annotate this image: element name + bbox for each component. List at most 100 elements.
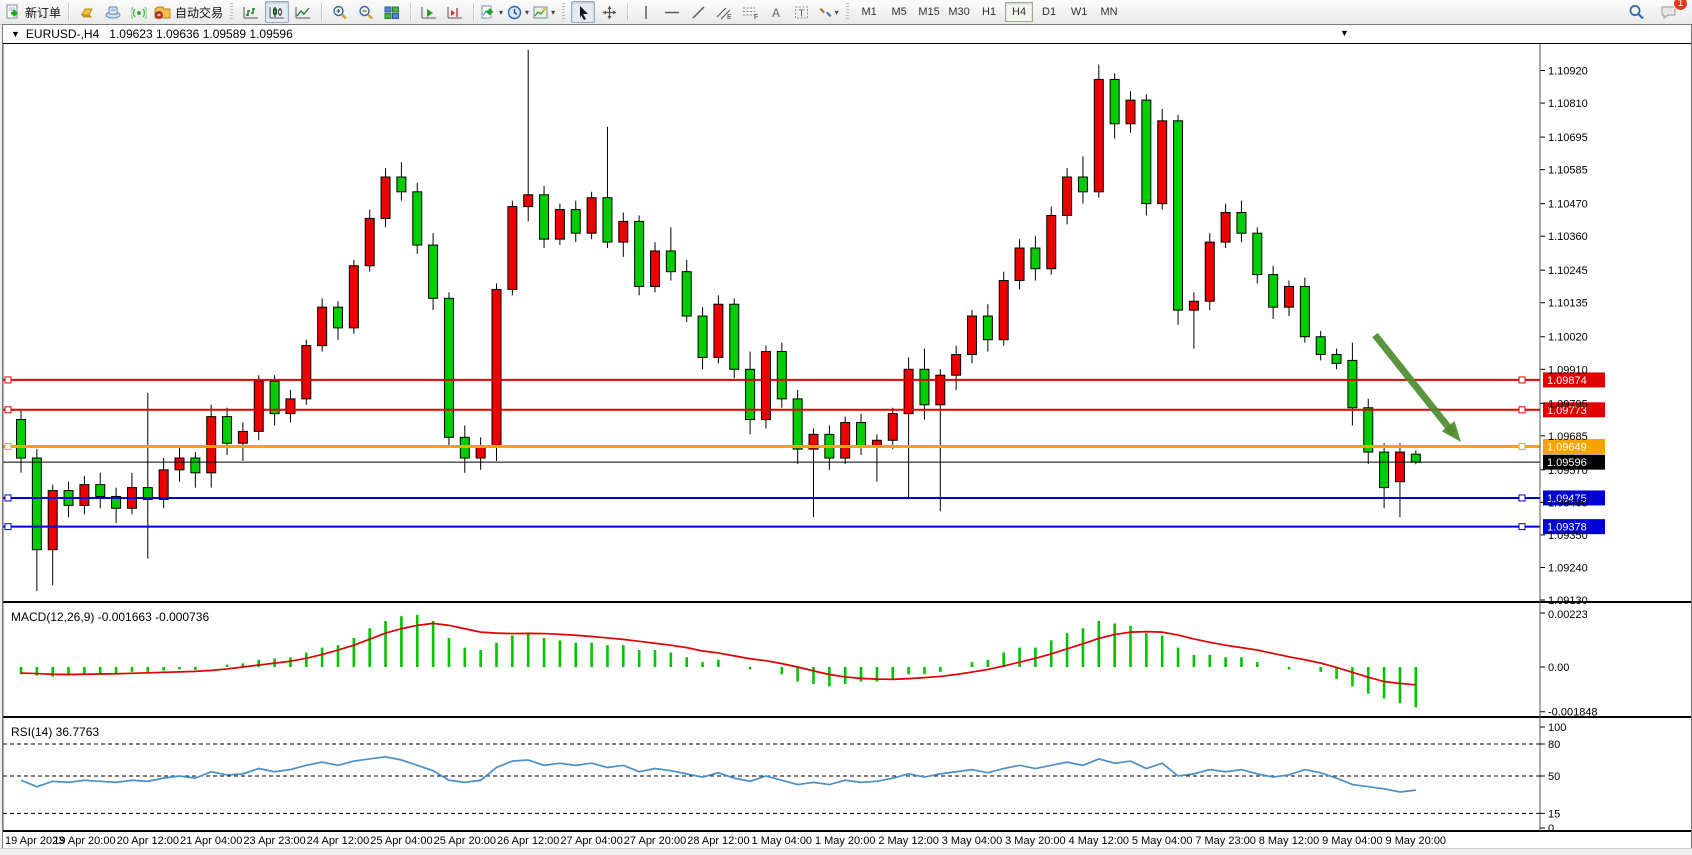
timeframe-m1[interactable]: M1 <box>855 2 883 22</box>
terminal-button[interactable] <box>101 1 125 23</box>
timeframe-mn[interactable]: MN <box>1095 2 1123 22</box>
zoom-in-button[interactable] <box>328 1 352 23</box>
bullish-candle <box>492 289 501 446</box>
indicators-icon <box>481 5 497 20</box>
timeframe-h1[interactable]: H1 <box>975 2 1003 22</box>
bullish-candle <box>1221 213 1230 243</box>
time-axis-label: 27 Apr 20:00 <box>624 835 686 847</box>
gold-icon <box>79 5 95 19</box>
horizontal-line-button[interactable] <box>660 1 684 23</box>
trendline-button[interactable] <box>686 1 710 23</box>
rsi-indicator-label: RSI(14) 36.7763 <box>11 725 99 739</box>
hline-left-handle[interactable] <box>5 524 11 530</box>
fibonacci-icon: F <box>742 5 759 20</box>
price-axis-label: 1.09910 <box>1548 364 1588 376</box>
price-axis-label: 1.09685 <box>1548 431 1588 443</box>
bearish-candle <box>1300 286 1309 336</box>
macd-axis-label: -0.001848 <box>1548 707 1598 719</box>
window-menu-icon[interactable]: ▼ <box>11 29 20 39</box>
bullish-candle <box>1015 248 1024 281</box>
bullish-candle <box>302 346 311 399</box>
bullish-candle <box>888 414 897 441</box>
timeframe-m30[interactable]: M30 <box>945 2 973 22</box>
hline-left-handle[interactable] <box>5 443 11 449</box>
bullish-candle <box>587 198 596 233</box>
line-chart-button[interactable] <box>291 1 315 23</box>
vertical-line-button[interactable] <box>634 1 658 23</box>
cursor-button[interactable] <box>571 1 595 23</box>
bullish-candle <box>555 210 564 240</box>
bullish-candle <box>254 381 263 431</box>
bar-chart-button[interactable] <box>239 1 263 23</box>
bullish-candle <box>349 266 358 328</box>
signals-icon <box>131 5 147 19</box>
timeframe-m5[interactable]: M5 <box>885 2 913 22</box>
hline-right-handle[interactable] <box>1519 377 1525 383</box>
hline-right-handle[interactable] <box>1519 443 1525 449</box>
text-label-button[interactable]: T <box>790 1 814 23</box>
time-axis-label: 28 Apr 12:00 <box>687 835 749 847</box>
cursor-icon <box>577 5 590 20</box>
rsi-axis-label: 50 <box>1548 771 1560 783</box>
templates-dropdown-arrow[interactable]: ▾ <box>551 8 555 17</box>
timeframe-m15[interactable]: M15 <box>915 2 943 22</box>
timeframe-d1[interactable]: D1 <box>1035 2 1063 22</box>
bullish-candle <box>1285 286 1294 307</box>
bearish-candle <box>1237 213 1246 234</box>
zoom-out-button[interactable] <box>354 1 378 23</box>
bullish-candle <box>1205 242 1214 301</box>
svg-text:T: T <box>799 8 805 19</box>
price-axis-label: 1.11030 <box>1548 44 1587 45</box>
hline-left-handle[interactable] <box>5 495 11 501</box>
trendline-icon <box>691 5 706 20</box>
timeframe-h4[interactable]: H4 <box>1005 2 1033 22</box>
text-button[interactable]: A <box>764 1 788 23</box>
bullish-candle <box>1094 79 1103 191</box>
auto-scroll-icon <box>421 5 437 20</box>
price-axis-label: 1.10585 <box>1548 165 1588 177</box>
autotrading-button[interactable]: 自动交易 <box>153 1 224 23</box>
indicators-button[interactable]: ▾ <box>480 1 504 23</box>
timeframe-w1[interactable]: W1 <box>1065 2 1093 22</box>
arrows-button[interactable]: ▾ <box>816 1 840 23</box>
hline-left-handle[interactable] <box>5 407 11 413</box>
one-click-arrow-icon[interactable]: ▼ <box>1340 28 1349 38</box>
bullish-candle <box>841 423 850 458</box>
hline-right-handle[interactable] <box>1519 524 1525 530</box>
hline-right-handle[interactable] <box>1519 407 1525 413</box>
auto-scroll-button[interactable] <box>417 1 441 23</box>
zoom-in-icon <box>332 5 348 20</box>
templates-button[interactable]: ▾ <box>532 1 556 23</box>
new-order-button[interactable]: 新订单 <box>4 1 62 23</box>
periods-dropdown-arrow[interactable]: ▾ <box>525 8 529 17</box>
chat-button[interactable]: 1 <box>1657 1 1681 23</box>
gold-button[interactable] <box>75 1 99 23</box>
signals-button[interactable] <box>127 1 151 23</box>
bullish-candle <box>968 316 977 354</box>
time-axis-label: 3 May 04:00 <box>942 835 1003 847</box>
arrows-dropdown-arrow[interactable]: ▾ <box>835 8 839 17</box>
chart-shift-button[interactable] <box>443 1 467 23</box>
equidistant-channel-button[interactable]: E <box>712 1 736 23</box>
hline-right-handle[interactable] <box>1519 495 1525 501</box>
bearish-candle <box>920 369 929 404</box>
bullish-candle <box>207 417 216 473</box>
bearish-candle <box>682 272 691 316</box>
bearish-candle <box>1380 452 1389 487</box>
crosshair-button[interactable] <box>597 1 621 23</box>
indicators-dropdown-arrow[interactable]: ▾ <box>499 8 503 17</box>
price-axis-label: 1.09460 <box>1548 497 1588 509</box>
bearish-candle <box>603 198 612 242</box>
periods-button[interactable]: ▾ <box>506 1 530 23</box>
chart-shift-icon <box>447 5 463 20</box>
templates-icon <box>533 5 549 20</box>
chart-titlebar[interactable]: ▼ EURUSD-,H4 1.09623 1.09636 1.09589 1.0… <box>3 25 1691 44</box>
tile-windows-button[interactable] <box>380 1 404 23</box>
candlestick-chart-button[interactable] <box>265 1 289 23</box>
bullish-candle <box>999 281 1008 340</box>
time-axis-label: 1 May 20:00 <box>815 835 876 847</box>
hline-left-handle[interactable] <box>5 377 11 383</box>
bullish-candle <box>238 431 247 443</box>
search-button[interactable] <box>1624 1 1648 23</box>
fibonacci-button[interactable]: F <box>738 1 762 23</box>
